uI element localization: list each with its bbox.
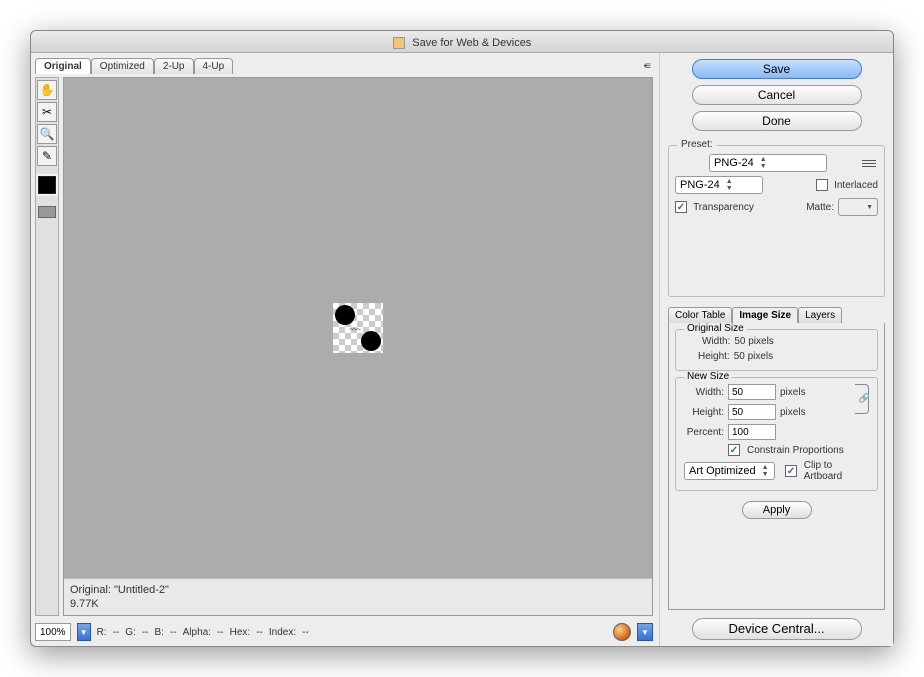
toolbar: ✋ ✂ 🔍 ✎ (35, 77, 59, 616)
matte-select[interactable]: ▼ (838, 198, 878, 216)
status-bar: 100% ▼ R: -- G: -- B: -- Alpha: -- Hex: … (35, 622, 653, 642)
new-width-label: Width: (684, 387, 724, 398)
constrain-checkbox[interactable] (728, 444, 740, 456)
view-tabs: Original Optimized 2-Up 4-Up •≡ (35, 57, 653, 75)
tab-color-table[interactable]: Color Table (668, 307, 732, 323)
hand-tool-icon[interactable]: ✋ (37, 80, 57, 100)
new-width-unit: pixels (780, 387, 806, 398)
info-filesize: 9.77K (70, 597, 646, 611)
zoom-dropdown-icon[interactable]: ▼ (77, 623, 91, 641)
artwork-stroke: ~~~ (349, 325, 360, 334)
status-index-value: -- (302, 627, 309, 638)
status-g-value: -- (142, 627, 149, 638)
status-alpha-label: Alpha: (183, 627, 211, 638)
artwork-preview: ~~~ (333, 303, 383, 353)
save-button[interactable]: Save (692, 59, 862, 79)
image-size-panel: Original Size Width: 50 pixels Height: 5… (668, 323, 885, 610)
tab-2up[interactable]: 2-Up (154, 58, 194, 74)
done-button[interactable]: Done (692, 111, 862, 131)
new-width-input[interactable] (728, 384, 776, 400)
tab-4up[interactable]: 4-Up (194, 58, 234, 74)
titlebar: Save for Web & Devices (31, 31, 893, 53)
status-g-label: G: (125, 627, 136, 638)
orig-width-label: Width: (702, 336, 730, 347)
clip-checkbox[interactable] (785, 465, 796, 477)
transparency-checkbox[interactable] (675, 201, 687, 213)
tab-image-size[interactable]: Image Size (732, 307, 798, 323)
preview-info: Original: "Untitled-2" 9.77K (64, 578, 652, 615)
preset-menu-icon[interactable] (860, 155, 878, 171)
matte-label: Matte: (806, 202, 834, 213)
browser-preview-icon[interactable] (613, 623, 631, 641)
status-index-label: Index: (269, 627, 296, 638)
original-size-group: Original Size Width: 50 pixels Height: 5… (675, 329, 878, 371)
new-height-unit: pixels (780, 407, 806, 418)
eyedropper-tool-icon[interactable]: ✎ (37, 146, 57, 166)
format-select[interactable]: PNG-24▲▼ (675, 176, 763, 194)
info-filename: Original: "Untitled-2" (70, 583, 646, 597)
transparency-option[interactable]: Transparency (675, 201, 754, 213)
new-size-group: New Size Width: pixels Height: pi (675, 377, 878, 491)
artwork-shape (361, 331, 381, 351)
orig-height-value: 50 pixels (734, 351, 773, 362)
quality-select[interactable]: Art Optimized▲▼ (684, 462, 775, 480)
orig-height-label: Height: (698, 351, 730, 362)
dialog-title: Save for Web & Devices (412, 37, 531, 49)
status-r-label: R: (97, 627, 107, 638)
zoom-tool-icon[interactable]: 🔍 (37, 124, 57, 144)
constrain-label: Constrain Proportions (747, 445, 844, 456)
status-hex-label: Hex: (230, 627, 251, 638)
foreground-color-swatch[interactable] (38, 176, 56, 194)
orig-width-value: 50 pixels (734, 336, 773, 347)
cancel-button[interactable]: Cancel (692, 85, 862, 105)
interlaced-option[interactable]: Interlaced (816, 179, 878, 191)
new-height-input[interactable] (728, 404, 776, 420)
tab-optimized[interactable]: Optimized (91, 58, 154, 74)
percent-label: Percent: (684, 427, 724, 438)
preset-select[interactable]: PNG-24▲▼ (709, 154, 827, 172)
status-alpha-value: -- (217, 627, 224, 638)
percent-input[interactable] (728, 424, 776, 440)
tab-original[interactable]: Original (35, 58, 91, 74)
new-height-label: Height: (684, 407, 724, 418)
interlaced-checkbox[interactable] (816, 179, 828, 191)
tab-layers[interactable]: Layers (798, 307, 842, 323)
preset-group: Preset: PNG-24▲▼ PNG-24▲▼ Interlaced (668, 145, 885, 297)
status-b-value: -- (170, 627, 177, 638)
preset-label: Preset: (677, 139, 717, 150)
zoom-level[interactable]: 100% (35, 623, 71, 641)
slice-visibility-icon[interactable] (38, 206, 56, 218)
status-r-value: -- (113, 627, 120, 638)
slice-tool-icon[interactable]: ✂ (37, 102, 57, 122)
apply-button[interactable]: Apply (742, 501, 812, 519)
status-b-label: B: (154, 627, 163, 638)
save-for-web-dialog: Save for Web & Devices Original Optimize… (30, 30, 894, 647)
panel-tabs: Color Table Image Size Layers (668, 307, 885, 323)
artwork-shape (335, 305, 355, 325)
status-hex-value: -- (256, 627, 263, 638)
device-central-button[interactable]: Device Central... (692, 618, 862, 640)
browser-dropdown-icon[interactable]: ▼ (637, 623, 653, 641)
preview-canvas[interactable]: ~~~ (64, 78, 652, 578)
link-dimensions-icon[interactable] (855, 384, 869, 414)
tab-options-menu-icon[interactable]: •≡ (640, 61, 653, 72)
app-icon (393, 37, 405, 49)
clip-label: Clip to Artboard (804, 460, 869, 482)
